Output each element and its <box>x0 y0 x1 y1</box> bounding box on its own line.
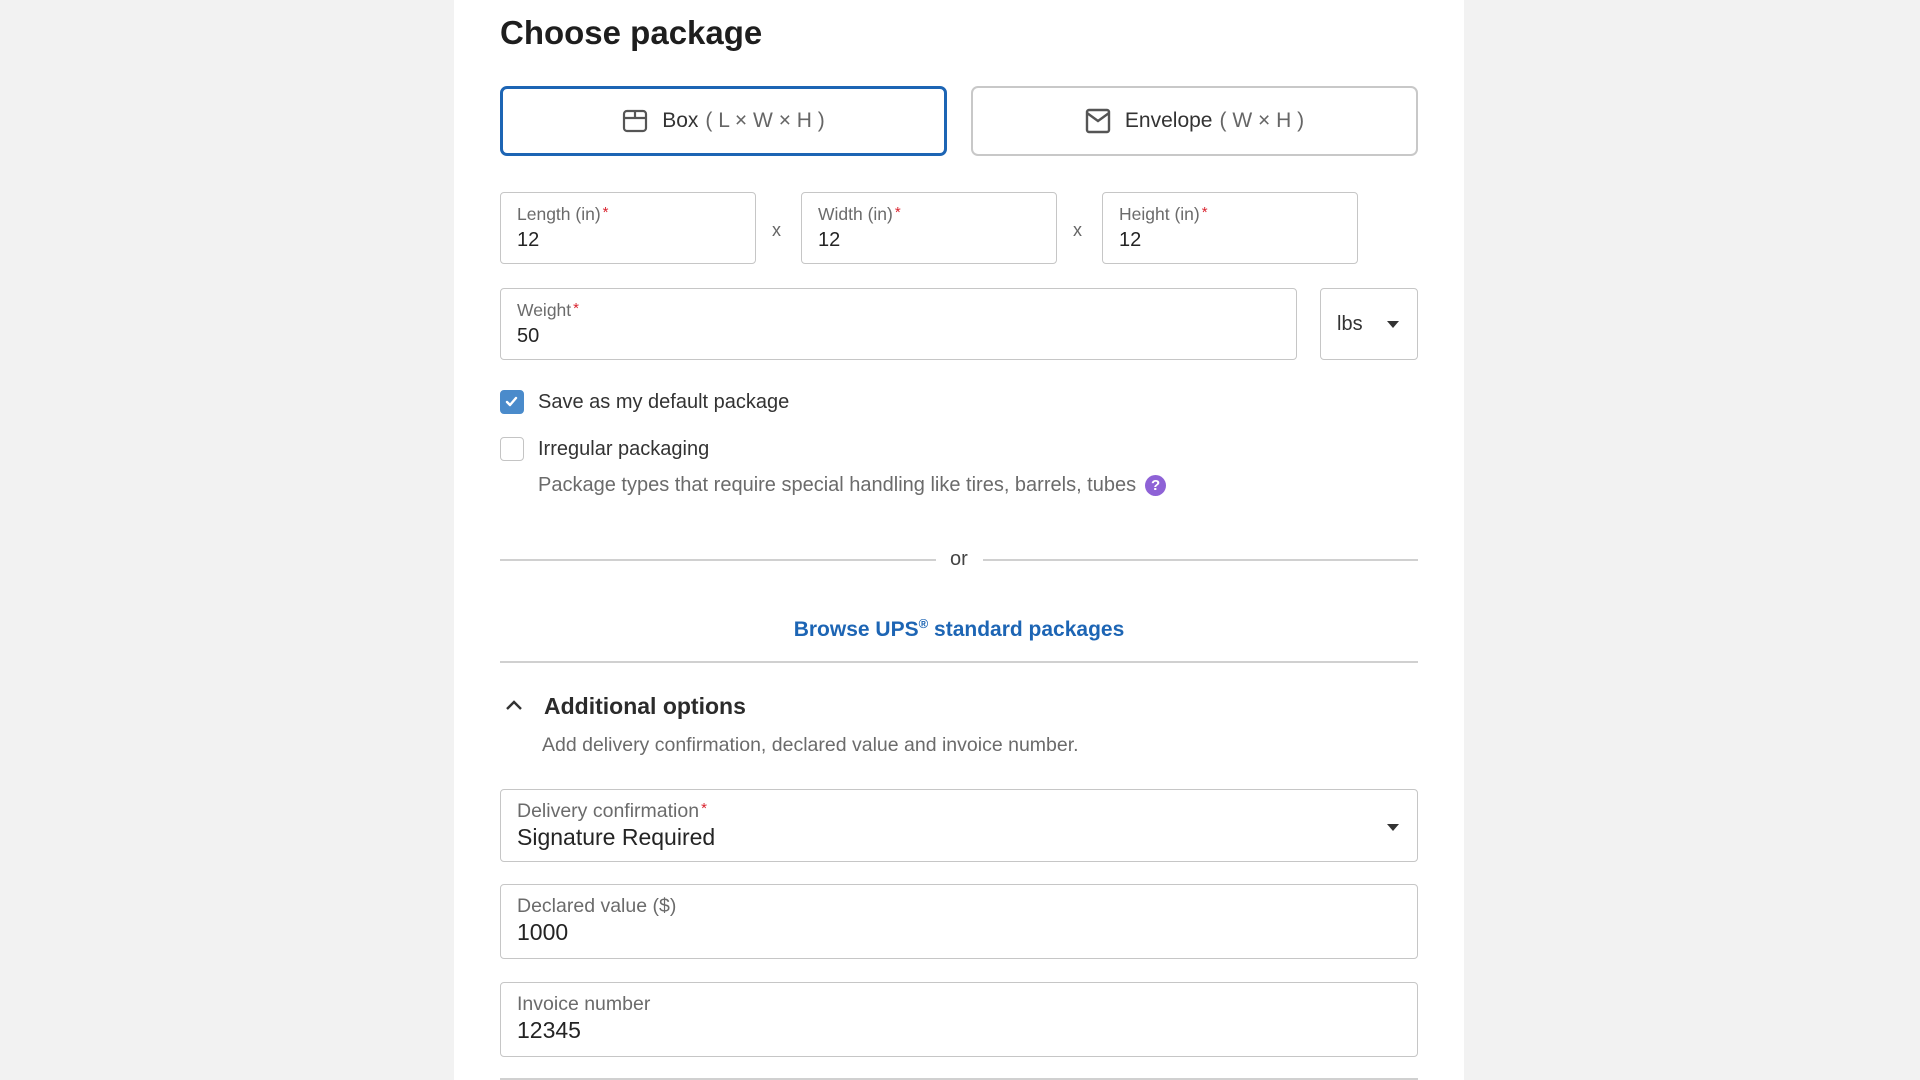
bottom-divider <box>500 1078 1418 1080</box>
required-marker: * <box>573 300 579 317</box>
additional-options-title[interactable]: Additional options <box>544 693 746 720</box>
envelope-icon <box>1085 108 1111 134</box>
browse-ups-packages-link[interactable]: Browse UPS® standard packages <box>454 616 1464 642</box>
or-divider-text: or <box>950 548 968 570</box>
delivery-confirmation-value: Signature Required <box>517 824 716 850</box>
irregular-packaging-checkbox[interactable] <box>500 437 524 461</box>
required-marker: * <box>894 204 901 221</box>
browse-link-suffix: standard packages <box>928 618 1125 641</box>
irregular-packaging-help: Package types that require special handl… <box>538 474 1167 497</box>
browse-link-prefix: Browse UPS <box>793 618 919 641</box>
invoice-number-field[interactable]: Invoice number 12345 <box>500 982 1418 1057</box>
height-field[interactable]: Height (in) * 12 <box>1102 192 1358 264</box>
invoice-number-label: Invoice number <box>517 993 651 1015</box>
height-label: Height (in) <box>1119 204 1200 224</box>
dimension-separator: x <box>1073 220 1082 240</box>
box-label: Box <box>662 109 699 132</box>
weight-field[interactable]: Weight * 50 <box>500 288 1297 360</box>
chevron-down-icon <box>1387 321 1399 328</box>
envelope-label: Envelope <box>1124 109 1213 132</box>
envelope-dims: ( W × H ) <box>1219 109 1305 132</box>
additional-options-subtitle: Add delivery confirmation, declared valu… <box>542 734 1079 756</box>
irregular-help-text: Package types that require special handl… <box>538 474 1137 496</box>
irregular-packaging-label[interactable]: Irregular packaging <box>538 438 709 461</box>
length-label: Length (in) <box>517 204 601 224</box>
box-dims: ( L × W × H ) <box>705 109 825 132</box>
envelope-package-button[interactable]: Envelope ( W × H ) <box>971 86 1418 156</box>
divider-right <box>983 559 1418 561</box>
box-icon <box>622 108 648 134</box>
weight-unit-select[interactable]: lbs <box>1320 288 1418 360</box>
weight-value: 50 <box>517 325 540 347</box>
height-value: 12 <box>1119 229 1142 251</box>
chevron-up-icon[interactable] <box>504 698 524 717</box>
required-marker: * <box>602 204 609 221</box>
declared-value-value: 1000 <box>517 919 569 945</box>
checkmark-icon <box>505 396 518 407</box>
choose-package-card: Choose package Box ( L × W × H ) Envelop… <box>454 0 1464 1080</box>
width-value: 12 <box>818 229 841 251</box>
width-field[interactable]: Width (in) * 12 <box>801 192 1057 264</box>
length-value: 12 <box>517 229 540 251</box>
declared-value-label: Declared value ($) <box>517 895 677 917</box>
length-field[interactable]: Length (in) * 12 <box>500 192 756 264</box>
required-marker: * <box>1201 204 1208 221</box>
required-marker: * <box>701 800 707 817</box>
section-divider <box>500 661 1418 663</box>
chevron-down-icon <box>1387 824 1399 831</box>
save-default-label[interactable]: Save as my default package <box>538 391 789 414</box>
declared-value-field[interactable]: Declared value ($) 1000 <box>500 884 1418 959</box>
question-help-icon[interactable]: ? <box>1145 475 1167 496</box>
weight-unit-value: lbs <box>1337 313 1363 335</box>
dimension-separator: x <box>772 220 781 240</box>
delivery-confirmation-label: Delivery confirmation <box>517 800 700 822</box>
page-title: Choose package <box>500 14 763 51</box>
weight-label: Weight <box>517 300 572 320</box>
box-package-button[interactable]: Box ( L × W × H ) <box>500 86 947 156</box>
registered-mark: ® <box>918 616 929 631</box>
divider-left <box>500 559 936 561</box>
save-default-checkbox[interactable] <box>500 390 524 414</box>
delivery-confirmation-select[interactable]: Delivery confirmation * Signature Require… <box>500 789 1418 862</box>
width-label: Width (in) <box>818 204 893 224</box>
invoice-number-value: 12345 <box>517 1017 581 1043</box>
